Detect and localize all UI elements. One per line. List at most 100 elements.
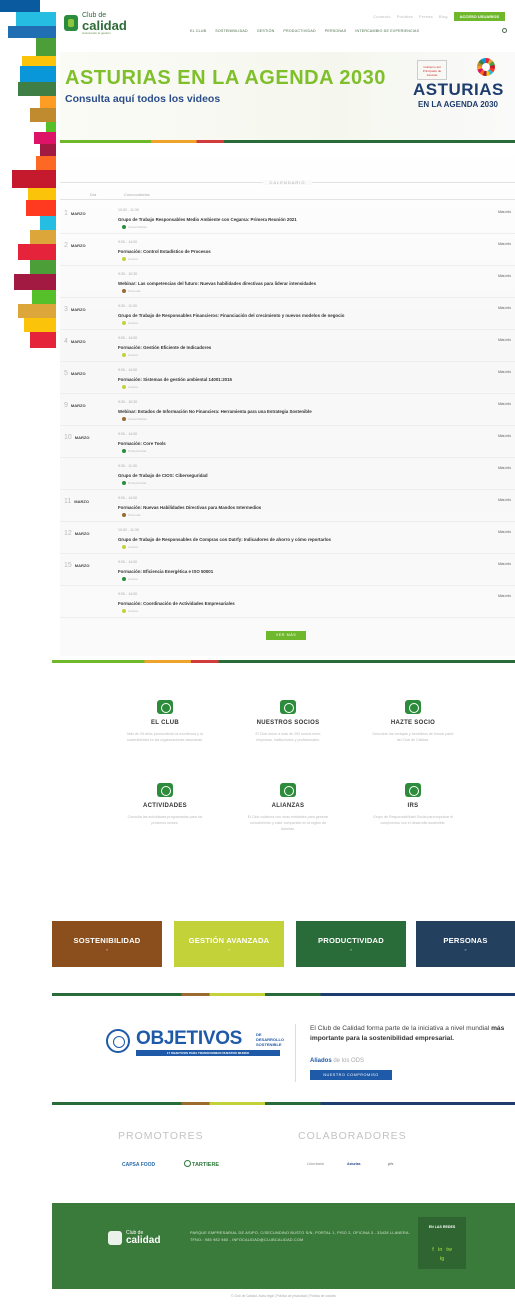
event-row[interactable]: 5 MARZO 9:00 - 14:00 Formación: Sistemas de… [60, 364, 515, 394]
more-info-link[interactable]: Más info [498, 242, 511, 246]
more-info-link[interactable]: Más info [498, 338, 511, 342]
more-info-link[interactable]: Más info [498, 594, 511, 598]
feature-title: EL CLUB [151, 720, 179, 726]
event-title[interactable]: Webinar: Las competencias del futuro: Nu… [118, 281, 316, 286]
calendar-column-headers: Día Convocatorias [60, 192, 515, 200]
event-row[interactable]: 10 MARZO 9:00 - 14:00 Formación: Core Tools… [60, 428, 515, 458]
event-row[interactable]: 12 MARZO 10:00 - 11:30 Grupo de Trabajo de … [60, 524, 515, 554]
nav-item-intercambio[interactable]: INTERCAMBIO DE EXPERIENCIAS [355, 29, 419, 33]
more-info-link[interactable]: Más info [498, 434, 511, 438]
more-info-link[interactable]: Más info [498, 530, 511, 534]
event-row[interactable]: 9:30 - 10:30 Webinar: Las competencias de… [60, 268, 515, 298]
tile-gestion-avanzada[interactable]: GESTIÓN AVANZADA » [174, 921, 284, 967]
feature-title: HAZTE SOCIO [390, 720, 436, 726]
event-title[interactable]: Formación: Coordinación de Actividades E… [118, 601, 235, 606]
event-month: MARZO [74, 563, 90, 568]
event-title[interactable]: Formación: Control Estadístico de Proces… [118, 249, 211, 254]
event-month: MARZO [70, 211, 86, 216]
more-info-link[interactable]: Más info [498, 562, 511, 566]
load-more-button[interactable]: VER MÁS [266, 631, 306, 640]
ods-logo[interactable]: OBJETIVOS DE DESARROLLO SOSTENIBLE 17 OB… [106, 1026, 286, 1060]
event-category: Gestión [122, 257, 138, 261]
linkedin-icon[interactable]: in [438, 1247, 442, 1253]
event-title[interactable]: Formación: Eficiencia Energética e ISO 5… [118, 569, 213, 574]
top-utility-bar: Contacto Portales Prensa Blog ACCESO USU… [373, 12, 505, 21]
feature-desc: Más de 25 años promoviendo la excelencia… [126, 732, 204, 742]
event-row[interactable]: 1 MARZO 10:00 - 11:30 Grupo de Trabajo Resp… [60, 204, 515, 234]
nav-item-el-club[interactable]: EL CLUB [190, 29, 206, 33]
tile-label: GESTIÓN AVANZADA [188, 936, 270, 945]
more-info-link[interactable]: Más info [498, 498, 511, 502]
event-title[interactable]: Formación: Core Tools [118, 441, 166, 446]
more-info-link[interactable]: Más info [498, 466, 511, 470]
feature-desc: Descubre las ventajas y beneficios de fo… [372, 732, 454, 742]
nav-item-productividad[interactable]: PRODUCTIVIDAD [283, 29, 315, 33]
event-title[interactable]: Grupo de Trabajo de Responsables Financi… [118, 313, 344, 318]
event-title[interactable]: Formación: Nuevas Habilidades Directivas… [118, 505, 261, 510]
logo-capsa-food[interactable]: CAPSA FOOD [122, 1162, 155, 1168]
instagram-icon[interactable]: ig [418, 1256, 466, 1262]
calendar-heading: CALENDARIO [60, 180, 515, 185]
more-info-link[interactable]: Más info [498, 370, 511, 374]
event-row[interactable]: 11 MARZO 9:00 - 14:00 Formación: Nuevas Hab… [60, 492, 515, 522]
feature-actividades[interactable]: ACTIVIDADES Consulta las actividades pro… [105, 783, 225, 826]
footer-logo[interactable]: Club de calidad [108, 1225, 168, 1251]
feature-el-club[interactable]: EL CLUB Más de 25 años promoviendo la ex… [105, 700, 225, 743]
event-time: 9:00 - 14:00 [118, 560, 138, 564]
legal-links[interactable]: © Club de Calidad. Aviso legal | Polític… [52, 1294, 515, 1298]
hero-banner[interactable]: ASTURIAS EN LA AGENDA 2030 Consulta aquí… [60, 52, 515, 140]
category-name: Gestión [128, 385, 139, 389]
event-time: 9:00 - 14:00 [118, 496, 138, 500]
tile-arrow-icon: » [349, 947, 353, 952]
event-row[interactable]: 9:30 - 11:00 Grupo de Trabajo de CIOS: Ci… [60, 460, 515, 490]
event-title[interactable]: Formación: Sistemas de gestión ambiental… [118, 377, 232, 382]
feature-hazte-socio[interactable]: HAZTE SOCIO Descubre las ventajas y bene… [353, 700, 473, 743]
event-category: Gestión [122, 321, 138, 325]
topbar-link-portales[interactable]: Portales [397, 14, 413, 19]
event-row[interactable]: 2 MARZO 9:00 - 14:00 Formación: Control Est… [60, 236, 515, 266]
color-stripe-divider [52, 1102, 515, 1105]
feature-irs[interactable]: IRS Grupo de Responsabilidad Social para… [353, 783, 473, 826]
category-dot-icon [122, 481, 126, 485]
col-header-day: Día [90, 192, 97, 197]
more-info-link[interactable]: Más info [498, 402, 511, 406]
event-title[interactable]: Grupo de Trabajo de CIOS: Ciberseguridad [118, 473, 208, 478]
event-row[interactable]: 3 MARZO 9:30 - 11:00 Grupo de Trabajo de Re… [60, 300, 515, 330]
tile-personas[interactable]: PERSONAS » [416, 921, 515, 967]
facebook-icon[interactable]: f [432, 1247, 434, 1253]
search-icon[interactable] [502, 28, 507, 33]
tile-sostenibilidad[interactable]: SOSTENIBILIDAD » [52, 921, 162, 967]
topbar-link-blog[interactable]: Blog [439, 14, 448, 19]
event-title[interactable]: Webinar: Estados de Información No Finan… [118, 409, 312, 414]
event-row[interactable]: 9 MARZO 9:30 - 10:30 Webinar: Estados de In… [60, 396, 515, 426]
event-title[interactable]: Grupo de Trabajo Responsables Medio Ambi… [118, 217, 297, 222]
feature-alianzas[interactable]: ALIANZAS El Club colabora con otras enti… [228, 783, 348, 832]
event-title[interactable]: Grupo de Trabajo de Responsables de Comp… [118, 537, 331, 542]
more-info-link[interactable]: Más info [498, 274, 511, 278]
tile-productividad[interactable]: PRODUCTIVIDAD » [296, 921, 406, 967]
feature-nuestros-socios[interactable]: NUESTROS SOCIOS El Club reúne a más de 2… [228, 700, 348, 743]
nuestro-compromiso-button[interactable]: NUESTRO COMPROMISO [310, 1070, 392, 1080]
event-date: 15 MARZO [64, 562, 89, 569]
logo-pfs[interactable]: pfs [388, 1162, 393, 1166]
nav-item-sostenibilidad[interactable]: SOSTENIBILIDAD [215, 29, 248, 33]
event-title[interactable]: Formación: Gestión Eficiente de Indicado… [118, 345, 211, 350]
topbar-link-prensa[interactable]: Prensa [419, 14, 433, 19]
logo-liberbank[interactable]: Liberbank [307, 1162, 324, 1166]
more-info-link[interactable]: Más info [498, 306, 511, 310]
category-name: Gestión [128, 545, 139, 549]
event-day: 15 [64, 562, 72, 569]
event-row[interactable]: 4 MARZO 9:00 - 14:00 Formación: Gestión Efi… [60, 332, 515, 362]
logo-asturias[interactable]: Asturias [347, 1162, 361, 1166]
topbar-link-contacto[interactable]: Contacto [373, 14, 391, 19]
event-time: 9:30 - 10:30 [118, 400, 138, 404]
nav-item-gestion[interactable]: GESTIÓN [257, 29, 275, 33]
logo-tartiere[interactable]: TARTIERE [192, 1162, 219, 1168]
more-info-link[interactable]: Más info [498, 210, 511, 214]
event-row[interactable]: 15 MARZO 9:00 - 14:00 Formación: Eficiencia… [60, 556, 515, 586]
event-row[interactable]: 9:00 - 14:00 Formación: Coordinación de A… [60, 588, 515, 618]
access-users-button[interactable]: ACCESO USUARIOS [453, 12, 505, 21]
nav-item-personas[interactable]: PERSONAS [325, 29, 347, 33]
twitter-icon[interactable]: tw [446, 1247, 452, 1253]
club-calidad-logo[interactable]: Club de calidad Avanzando la gestión [64, 10, 134, 36]
